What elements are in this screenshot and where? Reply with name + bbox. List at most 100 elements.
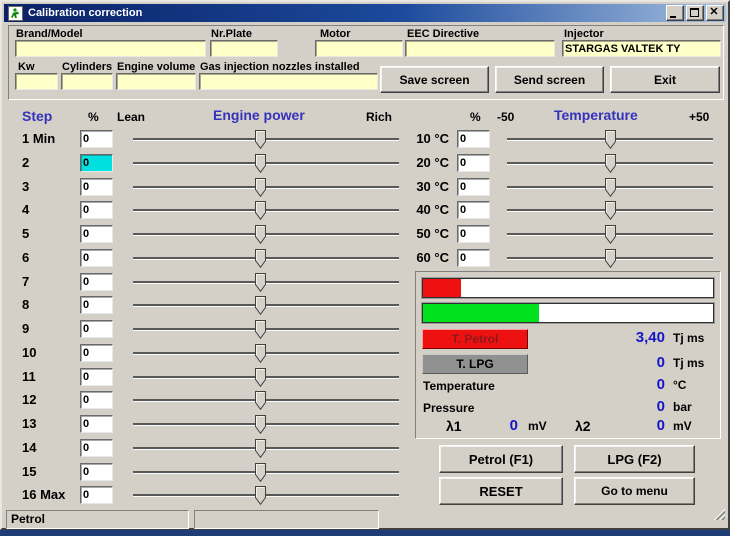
slider-thumb[interactable] (605, 249, 616, 268)
kw-label: Kw (18, 61, 35, 73)
slider-track (133, 376, 399, 379)
slider-thumb[interactable] (255, 439, 266, 458)
t-petrol-value: 3,40 (598, 329, 665, 346)
slider-thumb[interactable] (255, 391, 266, 410)
slider-thumb[interactable] (255, 344, 266, 363)
slider[interactable] (133, 344, 399, 363)
step-percent-input[interactable] (80, 463, 113, 481)
t-lpg-tag[interactable]: T. LPG (422, 354, 528, 374)
slider-thumb[interactable] (605, 225, 616, 244)
step-percent-input[interactable] (80, 368, 113, 386)
temp-row: 50 °C (2, 225, 730, 245)
slider[interactable] (507, 201, 713, 220)
maximize-button[interactable] (686, 5, 704, 21)
slider[interactable] (507, 178, 713, 197)
slider-track (133, 471, 399, 474)
nrplate-label: Nr.Plate (211, 28, 252, 40)
step-percent-input[interactable] (80, 344, 113, 362)
temp-max-label: +50 (689, 110, 709, 124)
slider-thumb[interactable] (255, 486, 266, 505)
slider-thumb[interactable] (255, 296, 266, 315)
slider-thumb[interactable] (255, 415, 266, 434)
cylinders-input[interactable] (61, 73, 113, 90)
step-percent-input[interactable] (80, 439, 113, 457)
slider-thumb[interactable] (605, 130, 616, 149)
temp-row: 30 °C (2, 178, 730, 198)
titlebar[interactable]: Calibration correction ✕ (4, 4, 726, 22)
temp-percent-input[interactable] (457, 154, 490, 172)
slider[interactable] (507, 154, 713, 173)
minimize-button[interactable] (666, 5, 684, 21)
slider-thumb[interactable] (255, 463, 266, 482)
slider[interactable] (507, 130, 713, 149)
fuel-mode-status: Petrol (11, 512, 45, 526)
slider[interactable] (133, 391, 399, 410)
slider-track (133, 352, 399, 355)
temp-percent-input[interactable] (457, 201, 490, 219)
gauge-panel: T. Petrol 3,40 Tj ms T. LPG 0 Tj ms Temp… (415, 271, 721, 439)
lambda2-unit: mV (673, 419, 692, 433)
slider[interactable] (133, 486, 399, 505)
step-percent-input[interactable] (80, 415, 113, 433)
slider-thumb[interactable] (605, 154, 616, 173)
step-percent-input[interactable] (80, 320, 113, 338)
lambda1-value: 0 (476, 417, 518, 434)
slider[interactable] (133, 415, 399, 434)
kw-input[interactable] (15, 73, 58, 90)
slider-track (133, 328, 399, 331)
eec-input[interactable] (405, 40, 555, 57)
eec-label: EEC Directive (407, 28, 479, 40)
go-to-menu-button[interactable]: Go to menu (574, 477, 695, 505)
temp-percent-input[interactable] (457, 178, 490, 196)
temperature-title: Temperature (554, 107, 638, 123)
step-label: 16 Max (22, 487, 65, 502)
temp-row: 60 °C (2, 249, 730, 269)
motor-input[interactable] (315, 40, 403, 57)
volume-input[interactable] (116, 73, 196, 90)
temp-percent-input[interactable] (457, 130, 490, 148)
temp-percent-input[interactable] (457, 249, 490, 267)
slider-thumb[interactable] (255, 368, 266, 387)
send-screen-button[interactable]: Send screen (495, 66, 604, 93)
step-label: 10 (22, 345, 36, 360)
temp-percent-header: % (470, 110, 481, 124)
lambda1-label: λ1 (446, 418, 462, 434)
slider[interactable] (133, 296, 399, 315)
nrplate-input[interactable] (210, 40, 278, 57)
exit-button[interactable]: Exit (610, 66, 720, 93)
slider-thumb[interactable] (255, 320, 266, 339)
reset-button[interactable]: RESET (439, 477, 563, 505)
slider[interactable] (133, 273, 399, 292)
slider-thumb[interactable] (605, 178, 616, 197)
brand-input[interactable] (15, 40, 206, 57)
temp-label: 20 °C (407, 155, 449, 170)
t-petrol-tag[interactable]: T. Petrol (422, 329, 528, 349)
step-percent-input[interactable] (80, 486, 113, 504)
resize-grip[interactable] (712, 507, 725, 520)
petrol-f1-button[interactable]: Petrol (F1) (439, 445, 563, 473)
step-percent-input[interactable] (80, 391, 113, 409)
slider[interactable] (133, 320, 399, 339)
temp-percent-input[interactable] (457, 225, 490, 243)
nozzles-input[interactable] (199, 73, 378, 90)
close-button[interactable]: ✕ (706, 5, 724, 21)
save-screen-button[interactable]: Save screen (380, 66, 489, 93)
pressure-label: Pressure (423, 401, 474, 415)
slider[interactable] (133, 368, 399, 387)
slider[interactable] (507, 249, 713, 268)
lpg-f2-button[interactable]: LPG (F2) (574, 445, 695, 473)
slider[interactable] (133, 463, 399, 482)
slider-thumb[interactable] (605, 201, 616, 220)
step-label: 15 (22, 464, 36, 479)
slider[interactable] (507, 225, 713, 244)
injector-input[interactable] (562, 40, 721, 57)
motor-label: Motor (320, 28, 351, 40)
step-percent-input[interactable] (80, 273, 113, 291)
slider-thumb[interactable] (255, 273, 266, 292)
step-percent-input[interactable] (80, 296, 113, 314)
step-label: 11 (22, 369, 36, 384)
slider-track (133, 423, 399, 426)
temp-row: 10 °C (2, 130, 730, 150)
temp-label: 60 °C (407, 250, 449, 265)
slider[interactable] (133, 439, 399, 458)
